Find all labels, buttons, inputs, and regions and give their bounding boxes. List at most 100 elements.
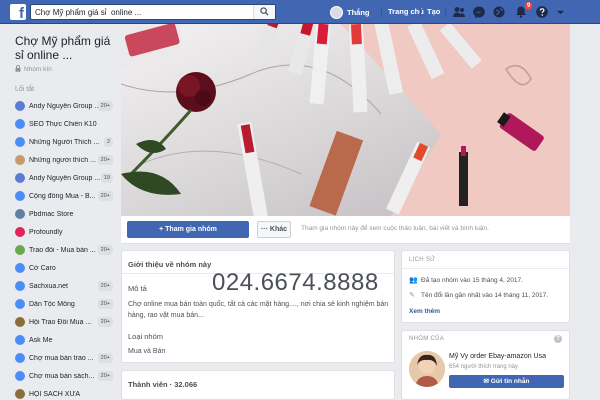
group-icon	[15, 299, 25, 309]
shortcut-item[interactable]: Dân Tộc Mông 20+	[0, 295, 120, 313]
members-heading[interactable]: Thành viên · 32.066	[128, 380, 197, 389]
help-icon[interactable]: ?	[554, 335, 562, 343]
shortcut-count-badge: 20+	[97, 299, 113, 309]
group-icon	[15, 317, 25, 327]
search-input[interactable]	[35, 6, 255, 18]
group-icon	[15, 245, 25, 255]
facebook-logo-icon[interactable]: f	[10, 4, 26, 20]
shortcut-item[interactable]: Pbdmac Store	[0, 205, 120, 223]
shortcut-label: Trao đổi - Mua bán ...	[29, 246, 96, 254]
shortcut-item[interactable]: Chợ mua bán sách... 20+	[0, 367, 120, 385]
group-icon	[15, 263, 25, 273]
shortcut-label: HỘI SÁCH XƯA	[29, 390, 81, 398]
shortcut-item[interactable]: Cờ Caro	[0, 259, 120, 277]
shortcut-count-badge: 20+	[97, 245, 113, 255]
messenger-icon[interactable]	[472, 5, 486, 19]
divider	[402, 268, 569, 269]
shortcut-item[interactable]: Chợ mua bán trao ... 20+	[0, 349, 120, 367]
description-text: Chợ online mua bán toàn quốc, tất cả các…	[128, 301, 389, 319]
group-icon	[15, 191, 25, 201]
shortcut-count-badge: 20+	[97, 155, 113, 165]
divider	[445, 7, 446, 17]
group-action-bar: + Tham gia nhóm ··· Khác Tham gia nhóm n…	[121, 216, 570, 244]
group-icon	[15, 353, 25, 363]
shortcut-item[interactable]: Sachxua.net 20+	[0, 277, 120, 295]
join-hint: Tham gia nhóm này để xem cuộc thảo luận,…	[301, 225, 489, 232]
members-card: Thành viên · 32.066	[121, 370, 395, 400]
group-title[interactable]: Chợ Mỹ phẩm giá sỉ online ...	[15, 34, 115, 62]
group-icon	[15, 227, 25, 237]
shortcut-item[interactable]: Những người thích ... 20+	[0, 151, 120, 169]
shortcut-item[interactable]: Cộng đồng Mua - B... 20+	[0, 187, 120, 205]
shortcut-label: Andy Nguyễn Group ...	[29, 102, 101, 110]
home-link[interactable]: Trang chủ	[388, 4, 424, 20]
user-name: Thắng	[347, 7, 370, 17]
shortcut-count-badge: 2	[103, 137, 113, 147]
shortcut-item[interactable]: Hội Trao Đổi Mua ... 20+	[0, 313, 120, 331]
cosmetics-photo	[121, 24, 570, 216]
shortcuts-heading: Lối tắt	[15, 86, 35, 93]
shortcut-label: Sachxua.net	[29, 282, 68, 290]
shortcut-item[interactable]: SEO Thực Chiến K10	[0, 115, 120, 133]
avatar	[330, 5, 343, 19]
help-icon[interactable]	[535, 5, 549, 19]
divider	[420, 7, 421, 17]
search-icon	[260, 7, 269, 16]
history-heading: LỊCH SỬ	[409, 257, 436, 263]
group-icon	[15, 335, 25, 345]
globe-icon[interactable]	[492, 5, 506, 19]
about-heading: Giới thiệu về nhóm này	[128, 260, 212, 269]
group-icon	[15, 281, 25, 291]
friend-requests-icon[interactable]	[452, 5, 466, 19]
notification-badge: 9	[525, 2, 533, 10]
send-message-button[interactable]: ✉ Gửi tin nhắn	[449, 375, 564, 388]
shortcut-label: Ask Me	[29, 336, 53, 344]
shortcut-count-badge: 20+	[97, 371, 113, 381]
search-button[interactable]	[253, 5, 275, 19]
group-icon	[15, 173, 25, 183]
join-group-button[interactable]: + Tham gia nhóm	[127, 221, 249, 238]
privacy-label: Nhóm kín	[24, 66, 52, 73]
shortcut-item[interactable]: Andy Nguyễn Group ... 20+	[0, 97, 120, 115]
cover-photo[interactable]	[121, 24, 570, 216]
shortcut-item[interactable]: Ask Me	[0, 331, 120, 349]
shortcut-item[interactable]: Trao đổi - Mua bán ... 20+	[0, 241, 120, 259]
create-link[interactable]: Tạo	[427, 4, 440, 20]
shortcut-label: Andy Nguyễn Group ...	[29, 174, 101, 182]
left-sidebar: Chợ Mỹ phẩm giá sỉ online ... Nhóm kín L…	[0, 24, 120, 400]
shortcut-label: Những người thích ...	[29, 156, 96, 164]
group-icon	[15, 155, 25, 165]
shortcut-label: Chợ mua bán trao ...	[29, 354, 94, 362]
shortcut-count-badge: 20+	[97, 191, 113, 201]
more-button[interactable]: ··· Khác	[257, 221, 291, 238]
renamed-text: Tên đổi lần gần nhất vào 14 tháng 11, 20…	[421, 291, 549, 299]
shortcut-item[interactable]: HỘI SÁCH XƯA	[0, 385, 120, 400]
top-navigation-bar: f Thắng Trang chủ Tạo 9	[0, 0, 600, 24]
pencil-icon: ✎	[409, 292, 415, 299]
shortcut-count-badge: 19	[100, 173, 113, 183]
profile-link[interactable]: Thắng	[330, 4, 370, 20]
shortcut-item[interactable]: Profoundly	[0, 223, 120, 241]
shortcut-label: Cộng đồng Mua - B...	[29, 192, 96, 200]
shortcut-label: Dân Tộc Mông	[29, 300, 75, 308]
group-icon	[15, 209, 25, 219]
chevron-down-icon[interactable]	[556, 8, 565, 17]
shortcut-label: Cờ Caro	[29, 264, 56, 272]
group-icon	[15, 101, 25, 111]
shortcut-label: Hội Trao Đổi Mua ...	[29, 318, 92, 326]
page-avatar[interactable]	[409, 351, 445, 387]
created-row: 👥 Đã tạo nhóm vào 15 tháng 4, 2017.	[409, 276, 523, 285]
see-more-link[interactable]: Xem thêm	[409, 308, 440, 315]
shortcut-count-badge: 20+	[97, 281, 113, 291]
group-owner-card: NHÓM CỦA ? Mỹ Vy order Ebay-amazon Usa 6…	[401, 330, 570, 400]
shortcut-label: Pbdmac Store	[29, 210, 74, 218]
shortcut-item[interactable]: Những Người Thích ... 2	[0, 133, 120, 151]
lock-icon	[15, 65, 21, 74]
about-group-card: Giới thiệu về nhóm này Mô tả Chợ online …	[121, 250, 395, 363]
divider	[381, 7, 382, 17]
description-label: Mô tả	[128, 284, 147, 293]
shortcut-item[interactable]: Andy Nguyễn Group ... 19	[0, 169, 120, 187]
page-name[interactable]: Mỹ Vy order Ebay-amazon Usa	[449, 353, 546, 360]
group-privacy: Nhóm kín	[15, 65, 52, 74]
shortcut-count-badge: 20+	[97, 101, 113, 111]
